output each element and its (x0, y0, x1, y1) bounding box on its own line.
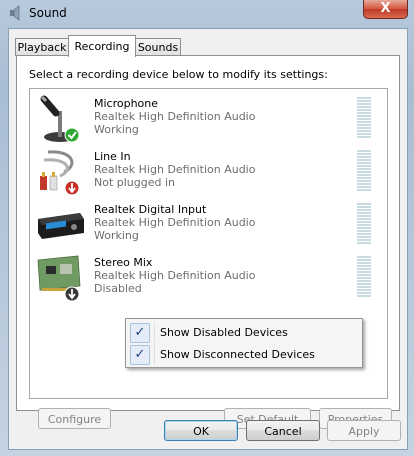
close-button[interactable]: X (363, 0, 408, 19)
ok-button[interactable]: OK (164, 420, 238, 441)
microphone-icon (40, 95, 80, 143)
device-name: Stereo Mix (94, 256, 153, 269)
title-bar: Sound X (0, 0, 414, 28)
window-title: Sound (29, 6, 67, 20)
speaker-icon (10, 5, 20, 21)
list-item-line-in[interactable]: Line In Realtek High Definition Audio No… (30, 146, 387, 198)
menu-separator (154, 322, 155, 343)
device-driver: Realtek High Definition Audio (94, 110, 256, 123)
apply-button[interactable]: Apply (327, 420, 401, 441)
list-item-realtek-digital-input[interactable]: Realtek Digital Input Realtek High Defin… (30, 199, 387, 251)
device-status: Working (94, 123, 139, 136)
device-driver: Realtek High Definition Audio (94, 216, 256, 229)
menu-separator (154, 344, 155, 365)
menu-item-show-disabled-devices[interactable]: ✓ Show Disabled Devices (128, 322, 360, 343)
tab-playback[interactable]: Playback (15, 38, 69, 56)
level-meter (357, 97, 371, 141)
sound-dialog: Playback Recording Sounds Select a recor… (8, 28, 408, 450)
sound-card-icon (37, 255, 81, 302)
device-name: Microphone (94, 97, 159, 110)
instruction-text: Select a recording device below to modif… (29, 68, 328, 81)
digital-input-device-icon (38, 213, 84, 239)
level-meter (357, 203, 371, 247)
list-item-stereo-mix[interactable]: Stereo Mix Realtek High Definition Audio… (30, 252, 387, 304)
device-name: Line In (94, 150, 131, 163)
menu-item-show-disconnected-devices[interactable]: ✓ Show Disconnected Devices (128, 344, 360, 365)
audio-cable-icon (40, 150, 80, 196)
device-driver: Realtek High Definition Audio (94, 269, 256, 282)
configure-button[interactable]: Configure (38, 408, 111, 429)
context-menu: ✓ Show Disabled Devices ✓ Show Disconnec… (125, 318, 363, 368)
device-driver: Realtek High Definition Audio (94, 163, 256, 176)
device-status: Not plugged in (94, 176, 176, 189)
tab-sounds[interactable]: Sounds (135, 38, 181, 56)
list-item-microphone[interactable]: Microphone Realtek High Definition Audio… (30, 93, 387, 145)
device-status: Disabled (94, 282, 142, 295)
menu-item-label: Show Disabled Devices (160, 326, 288, 339)
device-status: Working (94, 229, 139, 242)
checkmark-icon: ✓ (130, 345, 150, 365)
tab-recording[interactable]: Recording (68, 35, 136, 57)
menu-item-label: Show Disconnected Devices (160, 348, 315, 361)
level-meter (357, 150, 371, 194)
checkmark-icon: ✓ (130, 323, 150, 343)
cancel-button[interactable]: Cancel (246, 420, 320, 441)
device-name: Realtek Digital Input (94, 203, 207, 216)
level-meter (357, 256, 371, 300)
